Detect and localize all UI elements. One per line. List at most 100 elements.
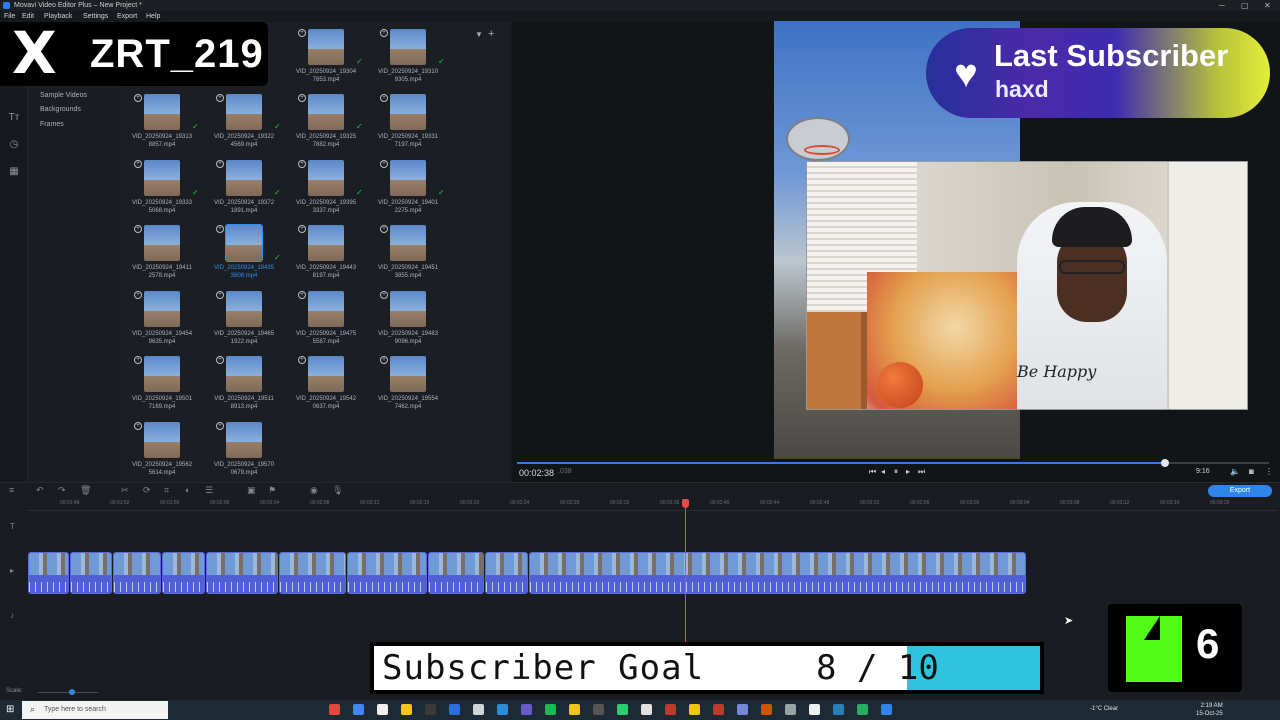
- taskbar-app-icon[interactable]: [593, 704, 604, 715]
- taskbar-app-icon[interactable]: [449, 704, 460, 715]
- maximize-icon[interactable]: ▢: [1241, 0, 1249, 11]
- adjust-icon[interactable]: ◐: [185, 485, 190, 495]
- category-sample-videos[interactable]: Sample Videos: [40, 92, 87, 99]
- media-tile[interactable]: + VID_20250924_19554 7462.mp4: [368, 352, 448, 418]
- playback-progress[interactable]: [517, 462, 1165, 464]
- media-tile[interactable]: + ✓ VID_20250924_19304 7853.mp4: [286, 25, 366, 91]
- crop-icon[interactable]: ⌗: [164, 485, 169, 496]
- taskbar-app-icon[interactable]: [353, 704, 364, 715]
- media-tile[interactable]: + VID_20250924_19454 9635.mp4: [122, 287, 202, 353]
- media-tile[interactable]: + ✓ VID_20250924_19395 3337.mp4: [286, 156, 366, 222]
- media-tile[interactable]: + ✓ VID_20250924_19372 1891.mp4: [204, 156, 284, 222]
- playback-scrub-handle[interactable]: [1161, 459, 1169, 467]
- more-icon[interactable]: ⋮: [1265, 467, 1273, 476]
- media-thumbnail[interactable]: [390, 290, 426, 327]
- media-thumbnail[interactable]: [226, 290, 262, 327]
- media-tile[interactable]: + VID_20250924_19511 8913.mp4: [204, 352, 284, 418]
- timeline-clip[interactable]: [28, 552, 69, 594]
- add-to-timeline-icon[interactable]: +: [216, 421, 224, 430]
- media-thumbnail[interactable]: [308, 225, 344, 261]
- step-back-icon[interactable]: ◂: [881, 467, 885, 476]
- media-thumbnail[interactable]: [144, 290, 180, 327]
- media-thumbnail[interactable]: [144, 94, 180, 130]
- add-to-timeline-icon[interactable]: +: [298, 290, 306, 299]
- timeline-clip[interactable]: [113, 552, 161, 594]
- transitions-icon[interactable]: ◷: [8, 139, 20, 151]
- add-to-timeline-icon[interactable]: +: [134, 225, 142, 233]
- snapshot-icon[interactable]: ◙: [1249, 467, 1254, 476]
- timeline-clip[interactable]: [162, 552, 205, 594]
- media-thumbnail[interactable]: [390, 356, 426, 392]
- media-thumbnail[interactable]: [308, 94, 344, 130]
- add-to-timeline-icon[interactable]: +: [134, 94, 142, 102]
- timeline-clip[interactable]: [485, 552, 528, 594]
- skip-start-icon[interactable]: ⏮: [869, 467, 876, 477]
- taskbar-app-icon[interactable]: [809, 704, 820, 715]
- media-tile[interactable]: + VID_20250924_19465 1922.mp4: [204, 287, 284, 353]
- taskbar-app-icon[interactable]: [713, 704, 724, 715]
- taskbar-app-icon[interactable]: [785, 704, 796, 715]
- taskbar-app-icon[interactable]: [857, 704, 868, 715]
- add-media-icon[interactable]: +: [488, 28, 494, 40]
- playback-remaining[interactable]: [1169, 462, 1269, 464]
- add-to-timeline-icon[interactable]: +: [216, 94, 224, 102]
- pause-icon[interactable]: ⏸: [894, 467, 898, 477]
- add-to-timeline-icon[interactable]: +: [134, 421, 142, 430]
- media-thumbnail[interactable]: [144, 356, 180, 392]
- media-tile[interactable]: + VID_20250924_19542 0637.mp4: [286, 352, 366, 418]
- volume-icon[interactable]: 🔈: [1230, 467, 1240, 476]
- media-thumbnail[interactable]: [308, 159, 344, 196]
- record-voice-icon[interactable]: ◉: [310, 485, 318, 496]
- add-to-timeline-icon[interactable]: +: [298, 28, 306, 37]
- redo-icon[interactable]: ↷: [58, 485, 66, 496]
- media-thumbnail[interactable]: [390, 94, 426, 130]
- media-tile[interactable]: + VID_20250924_19451 3855.mp4: [368, 221, 448, 287]
- add-to-timeline-icon[interactable]: +: [216, 225, 224, 233]
- microphone-icon[interactable]: 🎙: [332, 485, 343, 496]
- add-to-timeline-icon[interactable]: +: [298, 94, 306, 102]
- media-thumbnail[interactable]: [226, 159, 262, 196]
- zoom-slider-knob[interactable]: [69, 689, 75, 695]
- taskbar-app-icon[interactable]: [833, 704, 844, 715]
- taskbar-app-icon[interactable]: [689, 704, 700, 715]
- media-thumbnail[interactable]: [144, 421, 180, 458]
- rotate-icon[interactable]: ⟳: [143, 485, 151, 496]
- taskbar-app-icon[interactable]: [665, 704, 676, 715]
- media-thumbnail[interactable]: [226, 421, 262, 458]
- media-thumbnail[interactable]: [308, 290, 344, 327]
- add-to-timeline-icon[interactable]: +: [134, 159, 142, 168]
- close-icon[interactable]: ✕: [1264, 0, 1271, 11]
- add-to-timeline-icon[interactable]: +: [298, 356, 306, 364]
- media-tile[interactable]: + VID_20250924_19570 0679.mp4: [204, 418, 284, 483]
- media-thumbnail[interactable]: [390, 159, 426, 196]
- taskbar-app-icon[interactable]: [545, 704, 556, 715]
- add-to-timeline-icon[interactable]: +: [134, 356, 142, 364]
- taskbar-app-icon[interactable]: [617, 704, 628, 715]
- titles-icon[interactable]: Tт: [8, 112, 20, 124]
- taskbar-app-icon[interactable]: [497, 704, 508, 715]
- properties-icon[interactable]: ☰: [205, 485, 213, 496]
- taskbar-app-icon[interactable]: [473, 704, 484, 715]
- media-tile[interactable]: + VID_20250924_19411 2578.mp4: [122, 221, 202, 287]
- skip-end-icon[interactable]: ⏭: [918, 467, 925, 477]
- marker-icon[interactable]: ⚑: [268, 485, 276, 496]
- weather-status[interactable]: -1°C Clear: [1090, 706, 1118, 712]
- add-to-timeline-icon[interactable]: +: [216, 356, 224, 364]
- media-thumbnail[interactable]: [144, 225, 180, 261]
- add-to-timeline-icon[interactable]: +: [380, 290, 388, 299]
- timeline-clip[interactable]: [347, 552, 427, 594]
- media-tile[interactable]: + ✓ VID_20250924_19310 9305.mp4: [368, 25, 448, 91]
- add-to-timeline-icon[interactable]: +: [380, 225, 388, 233]
- timeline-clip[interactable]: [279, 552, 346, 594]
- taskbar-app-icon[interactable]: [761, 704, 772, 715]
- media-thumbnail[interactable]: [390, 225, 426, 261]
- taskbar-app-icon[interactable]: [401, 704, 412, 715]
- timeline-settings-icon[interactable]: ≡: [9, 485, 14, 495]
- media-tile[interactable]: + VID_20250924_19331 7197.mp4: [368, 90, 448, 156]
- menu-export[interactable]: Export: [117, 11, 137, 22]
- media-tile[interactable]: + ✓ VID_20250924_19333 5068.mp4: [122, 156, 202, 222]
- category-frames[interactable]: Frames: [40, 121, 64, 128]
- taskbar-app-icon[interactable]: [329, 704, 340, 715]
- minimize-icon[interactable]: ─: [1219, 0, 1225, 11]
- windows-start-icon[interactable]: ⊞: [6, 704, 14, 715]
